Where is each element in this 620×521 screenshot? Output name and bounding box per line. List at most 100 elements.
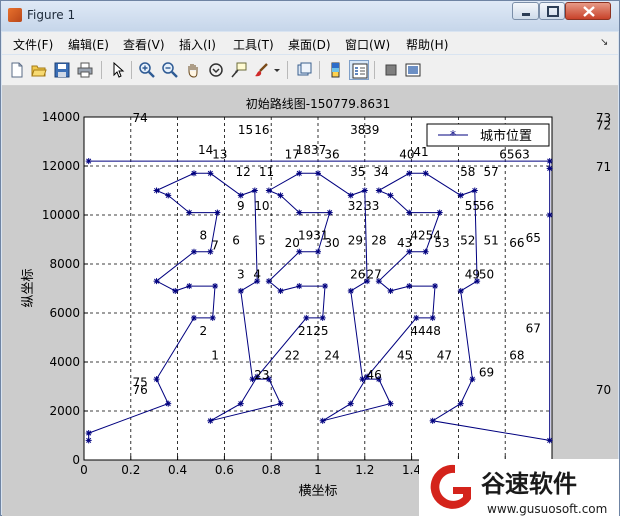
pan-icon <box>188 64 198 78</box>
city-marker <box>165 400 172 407</box>
menu-tools[interactable]: 工具(T) <box>233 36 274 53</box>
close-button[interactable] <box>565 2 611 20</box>
city-marker <box>315 170 321 177</box>
city-label: 16 <box>254 123 269 137</box>
figure-canvas[interactable]: 1 2 3 4 5 6 7 8 9 10 11 12 13 14 15 16 17 1837 36 38 39 35 34 3… <box>2 86 618 516</box>
city-label: 5 <box>258 233 266 247</box>
hide-plot-tools-button[interactable] <box>381 60 401 80</box>
city-label: 1837 <box>296 143 327 157</box>
link-button[interactable] <box>294 60 314 80</box>
x-tick-label: 0.6 <box>215 463 234 477</box>
city-marker <box>471 187 478 194</box>
city-marker <box>347 192 354 199</box>
menu-insert[interactable]: 插入(I) <box>179 36 216 53</box>
title-bar[interactable]: Figure 1 <box>1 1 619 31</box>
city-label: 50 <box>479 268 494 282</box>
city-label: 12 <box>235 165 250 179</box>
menu-help[interactable]: 帮助(H) <box>406 36 448 53</box>
brush-dropdown-button[interactable] <box>270 60 282 80</box>
city-label: 15 <box>238 123 253 137</box>
city-label: 27 <box>367 268 382 282</box>
city-marker <box>429 314 436 321</box>
city-marker <box>347 287 354 294</box>
city-label: 8 <box>200 229 208 243</box>
city-label: 58 <box>460 165 475 179</box>
city-label: 66 <box>509 236 524 250</box>
city-marker <box>319 314 326 321</box>
city-marker <box>153 187 160 194</box>
city-label: 4448 <box>410 324 441 338</box>
city-label: 51 <box>484 233 499 247</box>
city-label: 56 <box>479 199 494 213</box>
city-label: 29 <box>348 233 363 247</box>
new-figure-button[interactable] <box>7 60 27 80</box>
figure-window: Figure 1 文件(F) 编辑(E) 查看(V) 插入(I) 工具(T) 桌… <box>0 0 620 517</box>
city-marker <box>153 278 160 285</box>
zoom-in-button[interactable] <box>137 60 157 80</box>
city-label: 30 <box>324 236 339 250</box>
city-marker <box>265 278 272 285</box>
show-plot-tools-button[interactable] <box>403 60 423 80</box>
city-label: 1 <box>211 349 219 363</box>
matlab-icon <box>8 8 22 22</box>
brush-button[interactable] <box>252 60 272 80</box>
y-tick-label: 12000 <box>42 159 80 173</box>
city-marker <box>85 430 92 437</box>
pan-button[interactable] <box>183 60 203 80</box>
city-marker <box>406 170 413 177</box>
city-marker <box>387 400 394 407</box>
menu-view[interactable]: 查看(V) <box>123 36 165 53</box>
y-tick-label: 4000 <box>49 355 80 369</box>
city-marker <box>315 248 321 255</box>
colorbar-icon <box>331 62 340 78</box>
city-marker <box>546 158 553 165</box>
y-axis-label: 纵坐标 <box>21 268 36 307</box>
city-marker <box>361 187 368 194</box>
menu-desktop[interactable]: 桌面(D) <box>288 36 331 53</box>
menu-window[interactable]: 窗口(W) <box>345 36 390 53</box>
hide-plot-tools-icon <box>385 64 397 76</box>
city-label: 69 <box>479 366 494 380</box>
city-label: 23 <box>254 368 269 382</box>
city-marker <box>209 314 216 321</box>
legend-marker: * <box>450 128 456 142</box>
rotate-icon <box>209 63 223 77</box>
city-label: 22 <box>285 349 300 363</box>
minimize-button[interactable] <box>512 2 539 20</box>
city-marker <box>387 192 394 199</box>
save-button[interactable] <box>52 60 72 80</box>
menu-edit[interactable]: 编辑(E) <box>68 36 109 53</box>
open-button[interactable] <box>29 60 49 80</box>
legend-icon <box>352 63 368 79</box>
colorbar-button[interactable] <box>326 60 346 80</box>
menu-bar: 文件(F) 编辑(E) 查看(V) 插入(I) 工具(T) 桌面(D) 窗口(W… <box>2 32 618 54</box>
y-tick-labels: 0 2000 4000 6000 8000 10000 12000 14000 <box>42 110 80 467</box>
city-label: 11 <box>259 165 274 179</box>
city-marker <box>406 209 413 216</box>
rotate-button[interactable] <box>206 60 226 80</box>
print-button[interactable] <box>75 60 95 80</box>
city-marker <box>469 376 476 383</box>
maximize-button[interactable] <box>539 2 565 20</box>
data-cursor-button[interactable] <box>229 60 249 80</box>
menu-file[interactable]: 文件(F) <box>13 36 53 53</box>
city-label: 39 <box>364 123 379 137</box>
pointer-button[interactable] <box>108 60 128 80</box>
city-label: 68 <box>509 349 524 363</box>
menubar-chevron-icon[interactable]: ↘ <box>600 37 608 48</box>
link-icon <box>297 62 312 76</box>
legend[interactable]: * 城市位置 <box>426 123 550 147</box>
city-label: 4 <box>253 268 261 282</box>
city-label: 45 <box>397 349 412 363</box>
x-tick-label: 1.2 <box>355 463 374 477</box>
city-marker <box>237 287 244 294</box>
zoom-out-button[interactable] <box>160 60 180 80</box>
x-tick-label: 0.4 <box>168 463 187 477</box>
city-marker <box>172 287 179 294</box>
city-label: 46 <box>367 368 382 382</box>
city-label: 2 <box>200 324 208 338</box>
city-marker <box>422 170 429 177</box>
city-marker <box>413 314 420 321</box>
legend-label: 城市位置 <box>480 128 532 144</box>
legend-button[interactable] <box>349 60 369 80</box>
